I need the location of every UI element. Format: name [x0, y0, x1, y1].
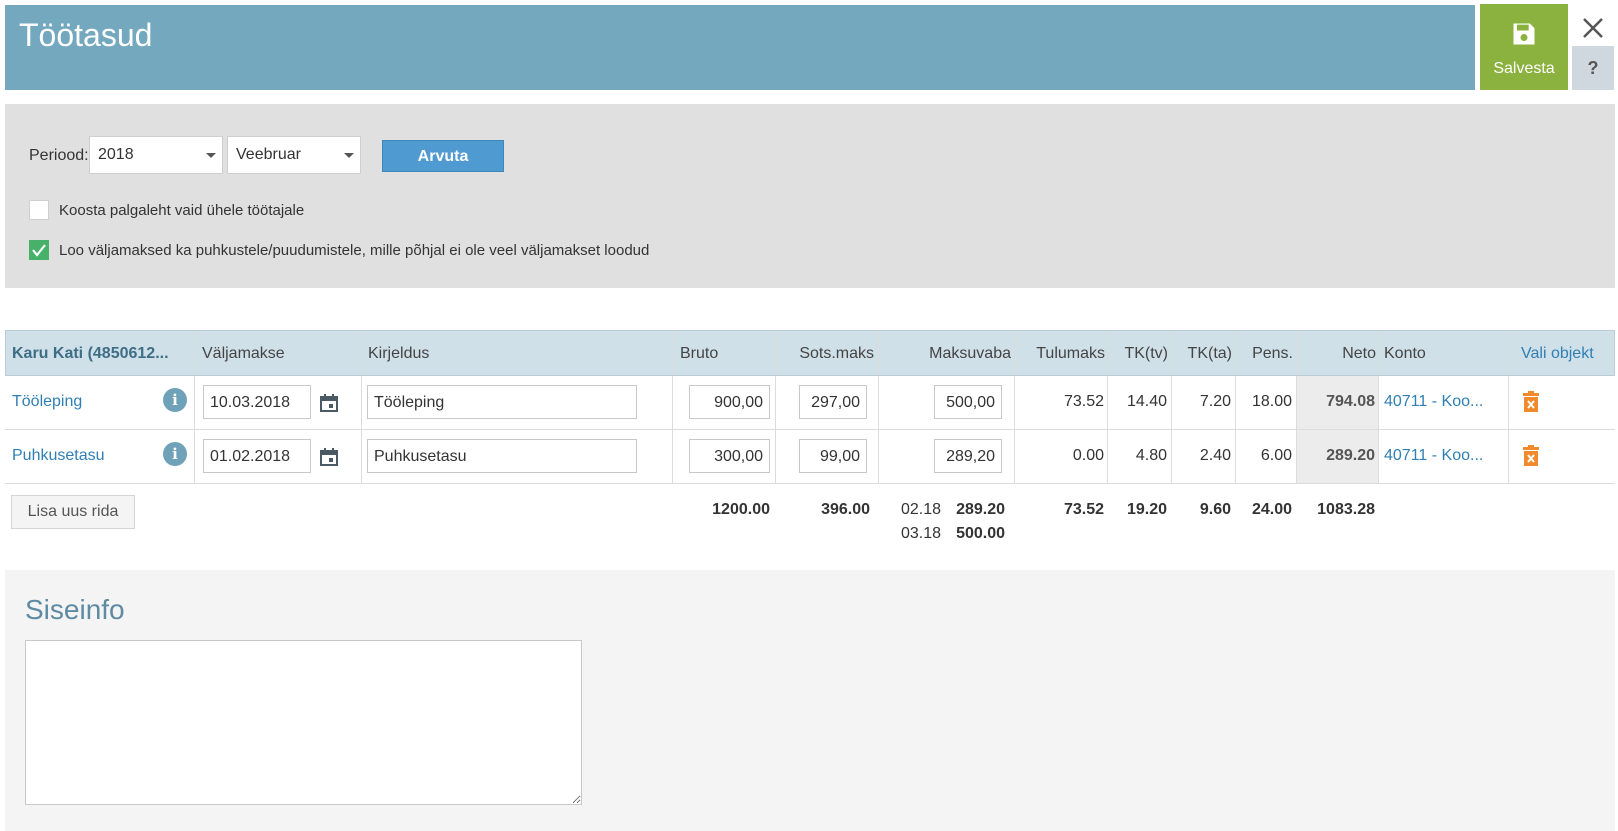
column-header-employee[interactable]: Karu Kati (4850612... — [12, 345, 169, 363]
pension-value: 6.00 — [1260, 447, 1292, 464]
row-type-link[interactable]: Tööleping — [12, 393, 82, 411]
social-tax-input[interactable]: 297,00 — [799, 385, 867, 419]
internal-info-title: Siseinfo — [25, 594, 125, 625]
internal-info-panel: Siseinfo — [5, 570, 1615, 831]
tax-free-input[interactable]: 500,00 — [934, 385, 1002, 419]
row-type-link[interactable]: Puhkusetasu — [12, 447, 105, 465]
column-header-description: Kirjeldus — [368, 345, 430, 362]
total-tax-free-value-2: 500.00 — [956, 525, 1005, 542]
column-header-gross: Bruto — [680, 345, 719, 362]
table-header: Karu Kati (4850612... Väljamakse Kirjeld… — [5, 330, 1615, 376]
total-income-tax: 73.52 — [1063, 501, 1104, 518]
total-pension: 24.00 — [1251, 501, 1292, 518]
net-value: 794.08 — [1326, 393, 1375, 410]
period-label: Periood: — [29, 147, 89, 164]
total-social: 396.00 — [821, 501, 870, 518]
gross-input[interactable]: 300,00 — [689, 439, 770, 473]
total-tax-free-value-1: 289.20 — [956, 501, 1005, 518]
chevron-down-icon — [206, 153, 216, 158]
save-button-label: Salvesta — [1493, 60, 1555, 77]
include-vacations-label: Loo väljamaksed ka puhkustele/puudumiste… — [59, 242, 650, 259]
tk-ta-value: 2.40 — [1199, 447, 1231, 464]
tk-tv-value: 4.80 — [1135, 447, 1167, 464]
add-row-button[interactable]: Lisa uus rida — [11, 495, 135, 529]
calendar-icon[interactable] — [319, 393, 339, 413]
month-select[interactable]: Veebruar — [227, 136, 361, 174]
column-header-net: Neto — [1342, 345, 1376, 362]
column-header-tk-tv: TK(tv) — [1124, 345, 1168, 362]
gross-input[interactable]: 900,00 — [689, 385, 770, 419]
total-tk-tv: 19.20 — [1126, 501, 1167, 518]
info-icon[interactable]: i — [163, 442, 187, 466]
total-tax-free-period-1: 02.18 — [901, 501, 942, 518]
select-object-link[interactable]: Vali objekt — [1521, 345, 1594, 363]
page-title: Töötasud — [19, 17, 153, 53]
close-icon — [1583, 18, 1603, 38]
single-employee-label: Koosta palgaleht vaid ühele töötajale — [59, 202, 305, 219]
tax-free-input[interactable]: 289,20 — [934, 439, 1002, 473]
income-tax-value: 0.00 — [1072, 447, 1104, 464]
tk-tv-value: 14.40 — [1126, 393, 1167, 410]
totals-row: Lisa uus rida 1200.00 396.00 02.18 289.2… — [5, 485, 1615, 545]
help-button[interactable]: ? — [1572, 46, 1614, 90]
trash-icon[interactable] — [1522, 445, 1540, 467]
page-header: Töötasud — [5, 5, 1475, 90]
info-icon[interactable]: i — [163, 388, 187, 412]
checkmark-icon — [32, 244, 46, 257]
include-vacations-checkbox[interactable] — [29, 240, 49, 260]
total-gross: 1200.00 — [712, 501, 770, 518]
filter-panel: Periood: 2018 Veebruar Arvuta Koosta pal… — [5, 104, 1615, 288]
payout-date-input[interactable]: 10.03.2018 — [203, 385, 311, 419]
trash-icon[interactable] — [1522, 391, 1540, 413]
chevron-down-icon — [344, 153, 354, 158]
total-tk-ta: 9.60 — [1199, 501, 1231, 518]
calendar-icon[interactable] — [319, 447, 339, 467]
tk-ta-value: 7.20 — [1199, 393, 1231, 410]
account-link[interactable]: 40711 - Koo... — [1384, 447, 1483, 465]
save-button[interactable]: Salvesta — [1480, 4, 1568, 90]
floppy-disk-icon — [1513, 23, 1535, 45]
column-header-account: Konto — [1384, 345, 1426, 362]
column-header-tk-ta: TK(ta) — [1187, 345, 1232, 362]
year-select[interactable]: 2018 — [89, 136, 223, 174]
social-tax-input[interactable]: 99,00 — [799, 439, 867, 473]
payout-date-input[interactable]: 01.02.2018 — [203, 439, 311, 473]
column-header-tax-free: Maksuvaba — [929, 345, 1011, 362]
description-input[interactable]: Puhkusetasu — [367, 439, 637, 473]
column-header-payout: Väljamakse — [202, 345, 285, 362]
close-button[interactable] — [1575, 10, 1611, 46]
column-header-pension: Pens. — [1252, 345, 1293, 362]
calculate-button[interactable]: Arvuta — [382, 140, 504, 172]
column-header-income-tax: Tulumaks — [1036, 345, 1105, 362]
internal-info-textarea[interactable] — [25, 640, 582, 805]
single-employee-checkbox[interactable] — [29, 200, 49, 220]
year-select-value: 2018 — [98, 146, 134, 163]
table-row: Tööleping i 10.03.2018 Tööleping 900,00 … — [5, 376, 1615, 430]
pension-value: 18.00 — [1251, 393, 1292, 410]
table-row: Puhkusetasu i 01.02.2018 Puhkusetasu 300… — [5, 430, 1615, 484]
description-input[interactable]: Tööleping — [367, 385, 637, 419]
column-header-social: Sots.maks — [799, 345, 874, 362]
total-net: 1083.28 — [1317, 501, 1375, 518]
total-tax-free-period-2: 03.18 — [901, 525, 942, 542]
account-link[interactable]: 40711 - Koo... — [1384, 393, 1483, 411]
net-value: 289.20 — [1326, 447, 1375, 464]
month-select-value: Veebruar — [236, 146, 301, 163]
income-tax-value: 73.52 — [1063, 393, 1104, 410]
